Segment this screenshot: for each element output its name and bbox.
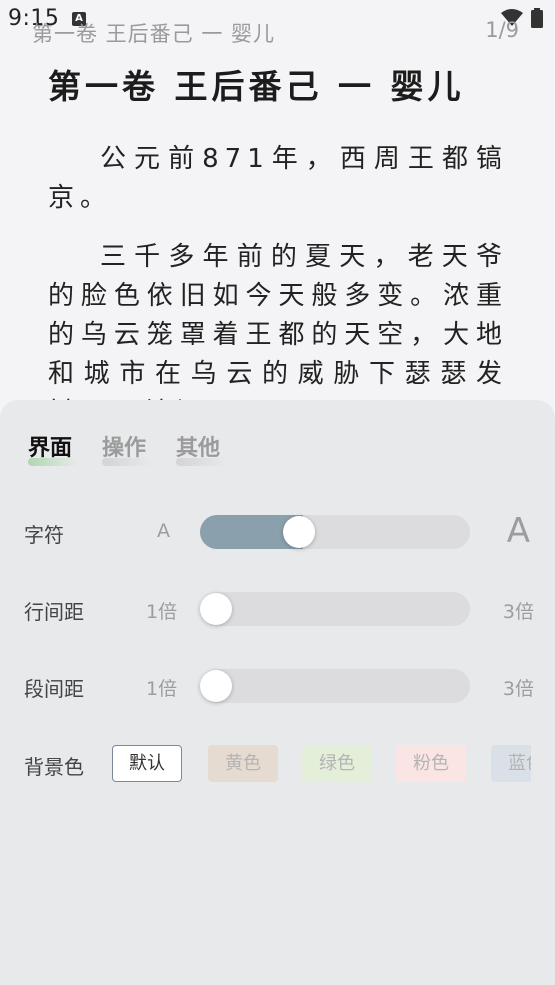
font-size-min: A <box>157 520 170 542</box>
paragraph-spacing-row: 段间距 1倍 3倍 <box>24 669 534 705</box>
tab-interface-label: 界面 <box>28 436 73 461</box>
tab-interface[interactable]: 界面 <box>28 430 78 466</box>
paragraph-spacing-min: 1倍 <box>146 678 178 700</box>
bg-option-blue[interactable]: 蓝色 <box>491 745 531 782</box>
line-spacing-min: 1倍 <box>146 601 178 623</box>
paragraph-spacing-slider[interactable] <box>200 669 470 703</box>
line-spacing-max: 3倍 <box>502 601 534 623</box>
tab-other[interactable]: 其他 <box>176 430 227 466</box>
slider-thumb[interactable] <box>283 516 316 548</box>
font-size-max: A <box>506 511 530 551</box>
bg-option-green[interactable]: 绿色 <box>302 745 372 782</box>
page-indicator: 1/9 <box>485 18 519 42</box>
background-color-row: 背景色 默认 黄色 绿色 粉色 蓝色 <box>24 745 555 785</box>
reader-header-title: 第一卷 王后番己 一 婴儿 <box>32 22 276 46</box>
font-size-slider[interactable] <box>200 515 470 549</box>
font-size-row: 字符 A A <box>24 511 534 551</box>
bg-option-default[interactable]: 默认 <box>112 745 182 782</box>
line-spacing-row: 行间距 1倍 3倍 <box>24 592 534 628</box>
slider-thumb[interactable] <box>200 593 232 625</box>
tab-other-label: 其他 <box>176 436 221 461</box>
background-options: 默认 黄色 绿色 粉色 蓝色 <box>112 745 531 785</box>
slider-thumb[interactable] <box>200 670 232 702</box>
line-spacing-label: 行间距 <box>24 600 84 624</box>
chapter-title: 第一卷 王后番己 一 婴儿 <box>48 67 465 106</box>
background-color-label: 背景色 <box>24 755 84 779</box>
battery-icon <box>531 8 543 28</box>
font-size-label: 字符 <box>24 523 64 547</box>
tab-operation[interactable]: 操作 <box>102 430 153 466</box>
line-spacing-slider[interactable] <box>200 592 470 626</box>
paragraph-spacing-label: 段间距 <box>24 677 84 701</box>
paragraph-spacing-max: 3倍 <box>502 678 534 700</box>
bg-option-pink[interactable]: 粉色 <box>396 745 466 782</box>
tab-operation-label: 操作 <box>102 436 147 461</box>
bg-option-yellow[interactable]: 黄色 <box>208 745 278 782</box>
settings-tabs: 界面 操作 其他 <box>28 430 227 466</box>
paragraph: 公元前871年，西周王都镐京。 <box>48 144 508 213</box>
